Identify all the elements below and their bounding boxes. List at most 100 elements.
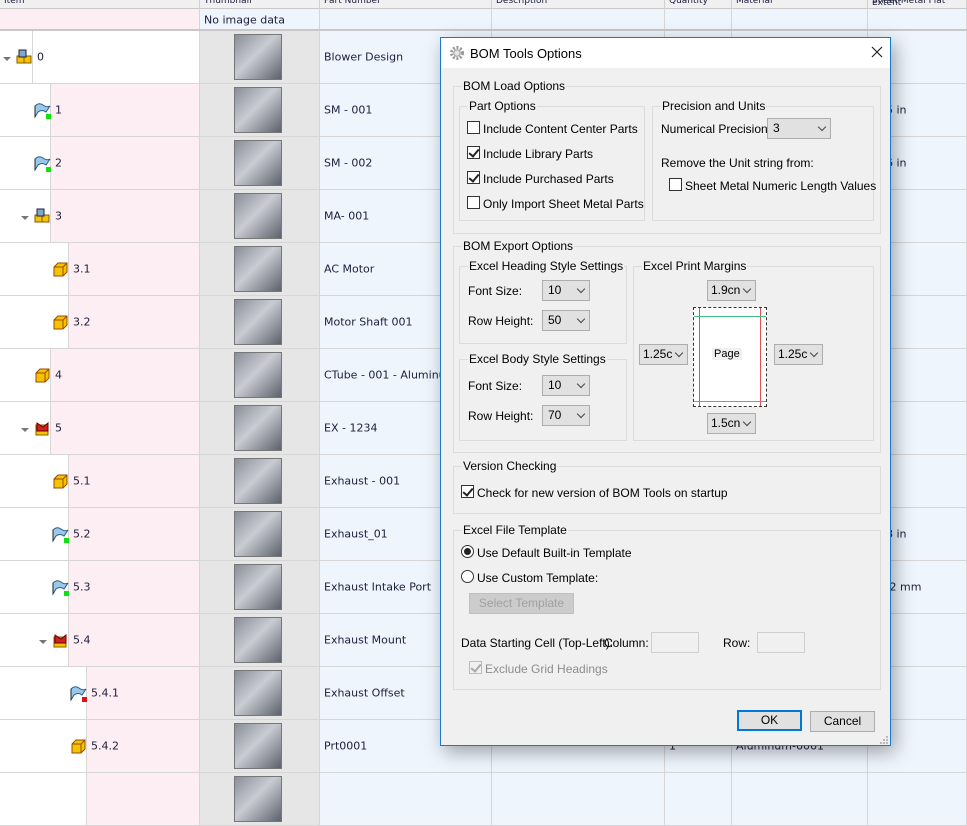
sheet-metal-length-checkbox[interactable] [669, 178, 682, 191]
expand-arrow-icon[interactable] [21, 216, 29, 220]
thumbnail-image [234, 670, 282, 716]
left-margin-select[interactable]: 1.25c [639, 344, 688, 365]
close-icon[interactable] [871, 46, 883, 58]
expand-arrow-icon[interactable] [39, 640, 47, 644]
resize-grip-icon[interactable] [879, 735, 889, 745]
sheet-metal-part-icon [51, 525, 69, 543]
description-cell [492, 773, 665, 826]
item-cell[interactable]: 5.4 [0, 614, 200, 667]
body-style-group: Excel Body Style Settings [459, 352, 627, 441]
thumbnail-image [234, 405, 282, 451]
body-font-size-select[interactable]: 10 [542, 375, 590, 396]
part-icon [51, 260, 69, 278]
dialog-title-bar[interactable]: BOM Tools Options [441, 38, 890, 68]
column-input[interactable] [651, 632, 699, 653]
select-value: 70 [548, 408, 562, 422]
part-option-checkbox[interactable] [467, 171, 480, 184]
thumbnail-cell [200, 137, 320, 190]
thumbnail-image [234, 246, 282, 292]
bottom-margin-select[interactable]: 1.5cn [707, 413, 756, 434]
item-cell-fill [50, 402, 199, 454]
column-header[interactable]: Item [0, 0, 200, 9]
filter-cell [732, 9, 868, 31]
item-cell[interactable] [0, 773, 200, 826]
cell-text: Exhaust Intake Port [324, 580, 432, 594]
item-cell[interactable]: 3.1 [0, 243, 200, 296]
column-header[interactable]: Sheet Metal Flat Extent [868, 0, 967, 9]
item-number: 5.2 [73, 527, 91, 541]
part-icon [51, 313, 69, 331]
item-cell-fill [86, 773, 199, 825]
numerical-precision-select[interactable]: 3 [767, 118, 831, 139]
item-cell[interactable]: 3.2 [0, 296, 200, 349]
check-version-checkbox[interactable] [461, 485, 474, 498]
item-cell[interactable]: 3 [0, 190, 200, 243]
item-cell[interactable]: 0 [0, 31, 200, 84]
cell-text: SM - 002 [324, 156, 373, 170]
item-cell[interactable]: 2 [0, 137, 200, 190]
expand-arrow-icon[interactable] [3, 57, 11, 61]
item-number: 5.4 [73, 633, 91, 647]
item-cell[interactable]: 5 [0, 402, 200, 455]
thumbnail-image [234, 458, 282, 504]
column-header[interactable]: Thumbnail [200, 0, 320, 9]
part-icon [33, 366, 51, 384]
part-option-checkbox[interactable] [467, 196, 480, 209]
part-option-checkbox[interactable] [467, 121, 480, 134]
custom-template-radio[interactable] [461, 570, 474, 583]
ok-button[interactable]: OK [737, 710, 802, 731]
item-cell[interactable]: 5.4.1 [0, 667, 200, 720]
column-header[interactable]: Part Number [320, 0, 492, 9]
checkbox-label: Exclude Grid Headings [485, 662, 608, 676]
item-number: 5 [55, 421, 62, 435]
weldment-icon [33, 419, 51, 437]
sheet-metal-part-icon [51, 578, 69, 596]
item-cell-fill [50, 137, 199, 189]
column-header[interactable]: Quantity [665, 0, 732, 9]
item-cell[interactable]: 5.4.2 [0, 720, 200, 773]
item-number: 5.1 [73, 474, 91, 488]
cell-text: Exhaust Offset [324, 686, 405, 700]
item-number: 1 [55, 103, 62, 117]
chevron-down-icon [809, 348, 819, 358]
column-header[interactable]: Description [492, 0, 665, 9]
item-cell[interactable]: 5.1 [0, 455, 200, 508]
top-margin-select[interactable]: 1.9cn [707, 280, 756, 301]
sheet-metal-part-icon [33, 101, 51, 119]
heading-row-height-select[interactable]: 50 [542, 310, 590, 331]
start-cell-label: Data Starting Cell (Top-Left): [461, 636, 614, 650]
select-value: 10 [548, 378, 562, 392]
item-cell[interactable]: 5.3 [0, 561, 200, 614]
exclude-grid-headings-checkbox[interactable] [469, 661, 482, 674]
material-cell [732, 773, 868, 826]
thumbnail-cell [200, 455, 320, 508]
column-header[interactable]: Material [732, 0, 868, 9]
sheet-metal-part-icon [33, 154, 51, 172]
expand-arrow-icon[interactable] [21, 428, 29, 432]
top-margin-line [694, 316, 766, 317]
table-row[interactable] [0, 773, 967, 826]
item-cell[interactable]: 4 [0, 349, 200, 402]
heading-font-size-select[interactable]: 10 [542, 280, 590, 301]
body-row-height-select[interactable]: 70 [542, 405, 590, 426]
select-value: 50 [548, 313, 562, 327]
select-value: 1.9cn [711, 283, 741, 297]
row-input[interactable] [757, 632, 805, 653]
select-template-button[interactable]: Select Template [469, 593, 574, 614]
dialog-title: BOM Tools Options [470, 46, 582, 61]
group-label: BOM Export Options [462, 239, 575, 253]
chevron-down-icon [742, 417, 752, 427]
body-row-height-label: Row Height: [468, 409, 534, 423]
filter-cell [665, 9, 732, 31]
item-cell[interactable]: 1 [0, 84, 200, 137]
part-option-checkbox[interactable] [467, 146, 480, 159]
item-cell[interactable]: 5.2 [0, 508, 200, 561]
checkbox-label: Only Import Sheet Metal Parts [483, 197, 644, 211]
default-template-radio[interactable] [461, 545, 474, 558]
right-margin-select[interactable]: 1.25c [774, 344, 823, 365]
cancel-button[interactable]: Cancel [810, 711, 875, 732]
thumbnail-cell [200, 243, 320, 296]
row-label: Row: [723, 636, 751, 650]
cell-text: Prt0001 [324, 739, 368, 753]
radio-label: Use Custom Template: [477, 571, 599, 585]
